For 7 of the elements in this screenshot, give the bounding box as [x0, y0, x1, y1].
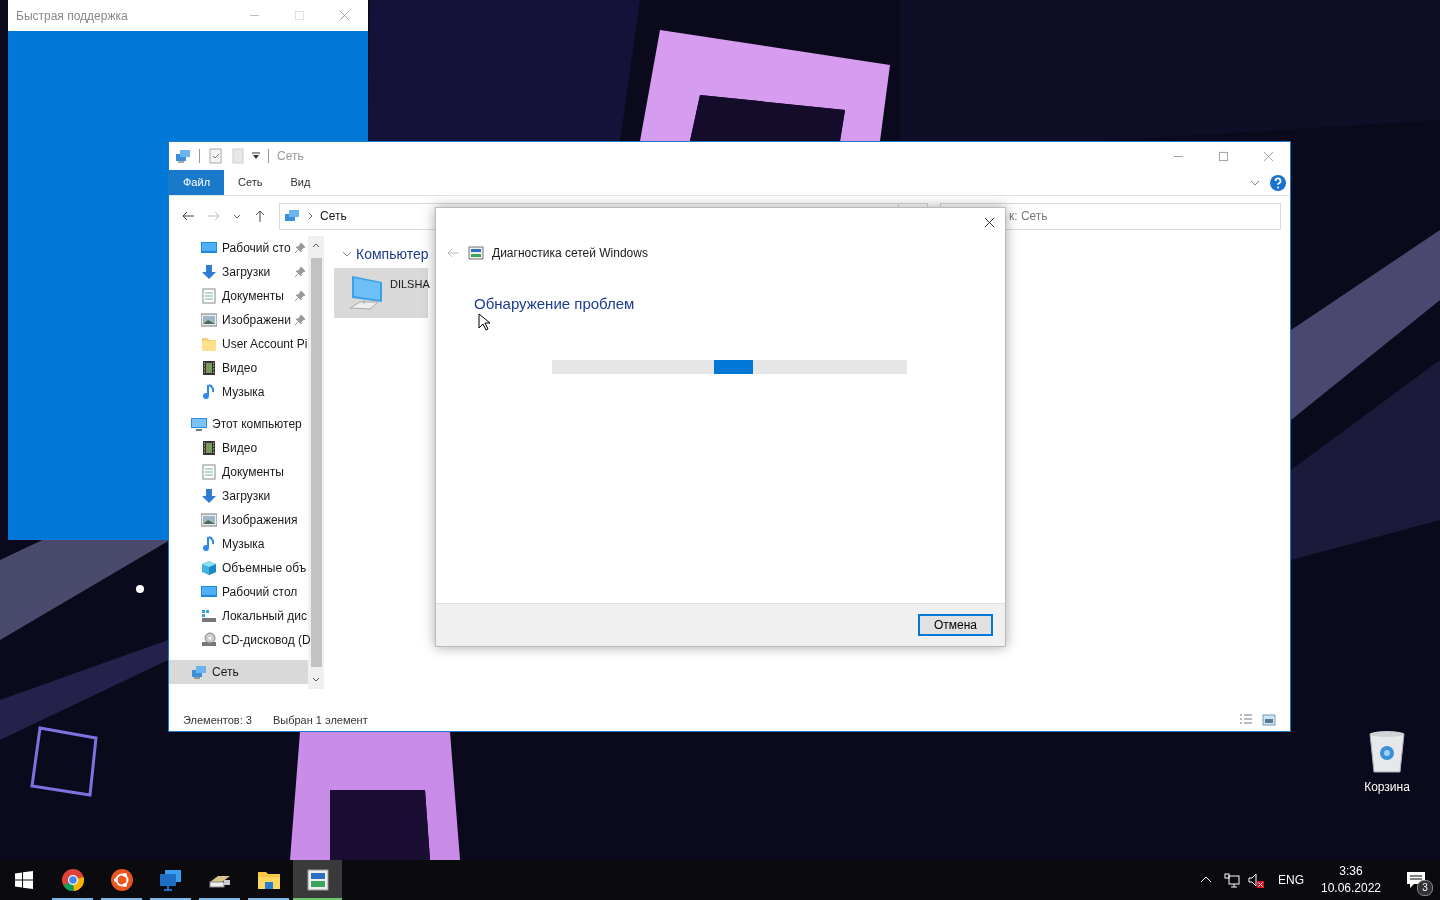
window-title: Сеть — [277, 149, 305, 163]
window-title: Быстрая поддержка — [16, 8, 129, 23]
notification-count: 3 — [1417, 880, 1433, 896]
dialog-title: Диагностика сетей Windows — [492, 246, 648, 260]
dialog-heading: Обнаружение проблем — [474, 295, 636, 312]
selection-count: Выбран 1 элемент — [272, 714, 368, 726]
item-count: Элементов: 3 — [183, 714, 252, 726]
